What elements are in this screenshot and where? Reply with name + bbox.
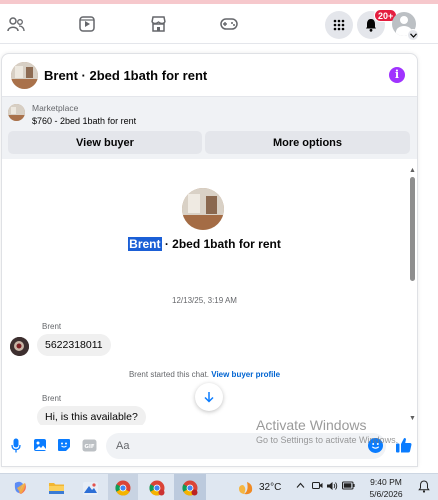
watch-icon[interactable] bbox=[73, 10, 101, 38]
weather-temperature[interactable]: 32°C bbox=[259, 482, 281, 493]
windows-taskbar: 32°C 9:40 PM 5/6/2026 bbox=[0, 473, 438, 500]
sender-name: Brent bbox=[42, 322, 62, 331]
conversation-title: Brent · 2bed 1bath for rent bbox=[2, 237, 407, 251]
chat-window: Brent · 2bed 1bath for rent i Marketplac… bbox=[1, 53, 418, 467]
sender-name: Brent bbox=[42, 394, 62, 403]
svg-text:GIF: GIF bbox=[84, 444, 95, 450]
view-buyer-profile-link[interactable]: View buyer profile bbox=[211, 370, 280, 379]
listing-thumbnail[interactable] bbox=[11, 62, 38, 89]
activate-windows-subtitle: Go to Settings to activate Windows. bbox=[256, 435, 399, 445]
photo-app-icon[interactable] bbox=[80, 478, 100, 498]
scrollbar-thumb[interactable] bbox=[410, 177, 415, 281]
chat-title[interactable]: Brent · 2bed 1bath for rent bbox=[44, 68, 207, 83]
weather-icon[interactable] bbox=[236, 478, 256, 498]
marketplace-icon[interactable] bbox=[144, 10, 172, 38]
message-bubble[interactable]: 5622318011 bbox=[37, 334, 111, 356]
more-options-button[interactable]: More options bbox=[205, 131, 410, 154]
file-explorer-icon[interactable] bbox=[46, 478, 66, 498]
chrome-profile-icon[interactable] bbox=[180, 478, 200, 498]
marketplace-label: Marketplace bbox=[32, 103, 79, 113]
gif-icon[interactable]: GIF bbox=[81, 437, 97, 453]
gaming-icon[interactable] bbox=[215, 10, 243, 38]
chrome-profile-icon[interactable] bbox=[147, 478, 167, 498]
scroll-down-arrow-icon[interactable]: ▼ bbox=[409, 415, 416, 422]
clock-time: 9:40 PM bbox=[370, 477, 402, 487]
chevron-up-icon[interactable] bbox=[296, 481, 305, 491]
system-note-text: Brent started this chat. bbox=[128, 370, 210, 379]
sender-avatar[interactable] bbox=[10, 337, 29, 356]
microphone-icon[interactable] bbox=[8, 437, 24, 453]
battery-icon[interactable] bbox=[342, 481, 355, 492]
chevron-down-icon[interactable] bbox=[407, 29, 419, 41]
clock-date: 5/6/2026 bbox=[369, 489, 403, 499]
system-note: Brent started this chat. View buyer prof… bbox=[2, 370, 407, 379]
conversation-title-rest: · 2bed 1bath for rent bbox=[161, 237, 281, 251]
sticker-icon[interactable] bbox=[56, 437, 72, 453]
taskbar-clock[interactable]: 9:40 PM 5/6/2026 bbox=[360, 476, 412, 500]
facebook-top-nav: 20+ bbox=[0, 4, 438, 44]
message-scrollbar[interactable]: ▲ ▼ bbox=[407, 167, 417, 425]
listing-photo bbox=[182, 188, 224, 230]
scroll-to-bottom-button[interactable] bbox=[195, 383, 223, 411]
marketplace-thumbnail bbox=[8, 104, 25, 121]
info-icon[interactable]: i bbox=[389, 67, 405, 83]
volume-icon[interactable] bbox=[326, 481, 338, 493]
copilot-icon[interactable] bbox=[10, 478, 30, 498]
menu-grid-icon[interactable] bbox=[325, 11, 353, 39]
photo-icon[interactable] bbox=[32, 437, 48, 453]
activate-windows-title: Activate Windows bbox=[256, 417, 367, 433]
chrome-icon[interactable] bbox=[113, 478, 133, 498]
meet-now-icon[interactable] bbox=[312, 481, 323, 492]
scroll-up-arrow-icon[interactable]: ▲ bbox=[409, 167, 416, 174]
message-list: Brent · 2bed 1bath for rent 12/13/25, 3:… bbox=[2, 167, 417, 428]
view-buyer-button[interactable]: View buyer bbox=[8, 131, 202, 154]
listing-price[interactable]: $760 - 2bed 1bath for rent bbox=[32, 116, 136, 126]
marketplace-panel: Marketplace $760 - 2bed 1bath for rent V… bbox=[2, 97, 417, 159]
chat-header: Brent · 2bed 1bath for rent i bbox=[2, 54, 417, 97]
message-timestamp: 12/13/25, 3:19 AM bbox=[172, 296, 237, 305]
selected-name: Brent bbox=[128, 237, 162, 251]
friends-icon[interactable] bbox=[2, 10, 30, 38]
notification-center-icon[interactable] bbox=[418, 480, 430, 496]
